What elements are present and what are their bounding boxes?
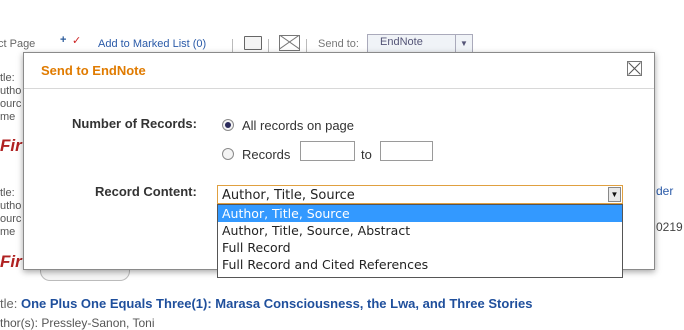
record-field-fragment: me xyxy=(0,111,16,123)
chevron-down-icon: ▼ xyxy=(455,35,472,52)
record-content-selected-value: Author, Title, Source xyxy=(222,188,355,203)
print-icon[interactable] xyxy=(244,36,262,50)
dropdown-option[interactable]: Author, Title, Source, Abstract xyxy=(218,222,622,239)
find-button-fragment[interactable]: Fir xyxy=(0,137,22,154)
records-from-input[interactable] xyxy=(300,141,355,161)
plus-icon[interactable]: + xyxy=(60,34,66,46)
right-link-fragment[interactable]: der xyxy=(656,184,673,198)
dropdown-option[interactable]: Full Record and Cited References xyxy=(218,256,622,273)
find-button-fragment[interactable]: Fir xyxy=(0,253,22,270)
record-field-fragment: ourc xyxy=(0,98,22,110)
record-field-fragment: me xyxy=(0,226,16,238)
record-title-link[interactable]: One Plus One Equals Three(1): Marasa Con… xyxy=(21,296,532,311)
record-content-label: Record Content: xyxy=(95,184,197,199)
all-records-radio[interactable] xyxy=(222,119,234,131)
toolbar-divider xyxy=(306,39,307,53)
dialog-header-divider xyxy=(24,88,654,89)
records-range-label[interactable]: Records xyxy=(242,147,290,162)
record-author: thor(s): Pressley-Sanon, Toni xyxy=(0,316,155,330)
toolbar-divider xyxy=(268,39,269,53)
close-icon[interactable] xyxy=(627,61,642,76)
send-to-select[interactable]: EndNote ▼ xyxy=(367,34,473,53)
records-to-input[interactable] xyxy=(380,141,433,161)
record-field-fragment: tle: xyxy=(0,187,15,199)
record-field-fragment: utho xyxy=(0,200,22,212)
records-range-to-label: to xyxy=(361,147,372,162)
dropdown-option[interactable]: Author, Title, Source xyxy=(218,205,622,222)
send-to-value: EndNote xyxy=(380,36,423,48)
select-page-link[interactable]: ct Page xyxy=(0,38,35,50)
right-number-fragment: 0219 xyxy=(656,220,683,234)
send-to-endnote-dialog: Send to EndNote Number of Records: All r… xyxy=(23,52,655,278)
number-of-records-label: Number of Records: xyxy=(72,116,197,131)
results-toolbar: ct Page + ✓ Add to Marked List (0) Send … xyxy=(0,34,684,54)
record-title-label: tle: xyxy=(0,296,18,311)
toolbar-divider xyxy=(232,39,233,53)
dropdown-option[interactable]: Full Record xyxy=(218,239,622,256)
chevron-down-icon[interactable]: ▼ xyxy=(608,187,621,202)
record-content-dropdown-list: Author, Title, Source Author, Title, Sou… xyxy=(217,204,623,278)
record-title-row: tle: One Plus One Equals Three(1): Maras… xyxy=(0,296,532,311)
record-field-fragment: utho xyxy=(0,85,22,97)
dialog-title: Send to EndNote xyxy=(41,63,146,78)
record-field-fragment: ourc xyxy=(0,213,22,225)
send-to-label: Send to: xyxy=(318,38,359,50)
all-records-label[interactable]: All records on page xyxy=(242,118,354,133)
email-icon[interactable] xyxy=(279,35,300,51)
add-to-marked-list-link[interactable]: Add to Marked List (0) xyxy=(98,38,206,50)
record-field-fragment: tle: xyxy=(0,72,15,84)
checkmark-icon: ✓ xyxy=(72,35,82,47)
record-content-select[interactable]: Author, Title, Source ▼ xyxy=(217,185,623,204)
records-range-radio[interactable] xyxy=(222,148,234,160)
